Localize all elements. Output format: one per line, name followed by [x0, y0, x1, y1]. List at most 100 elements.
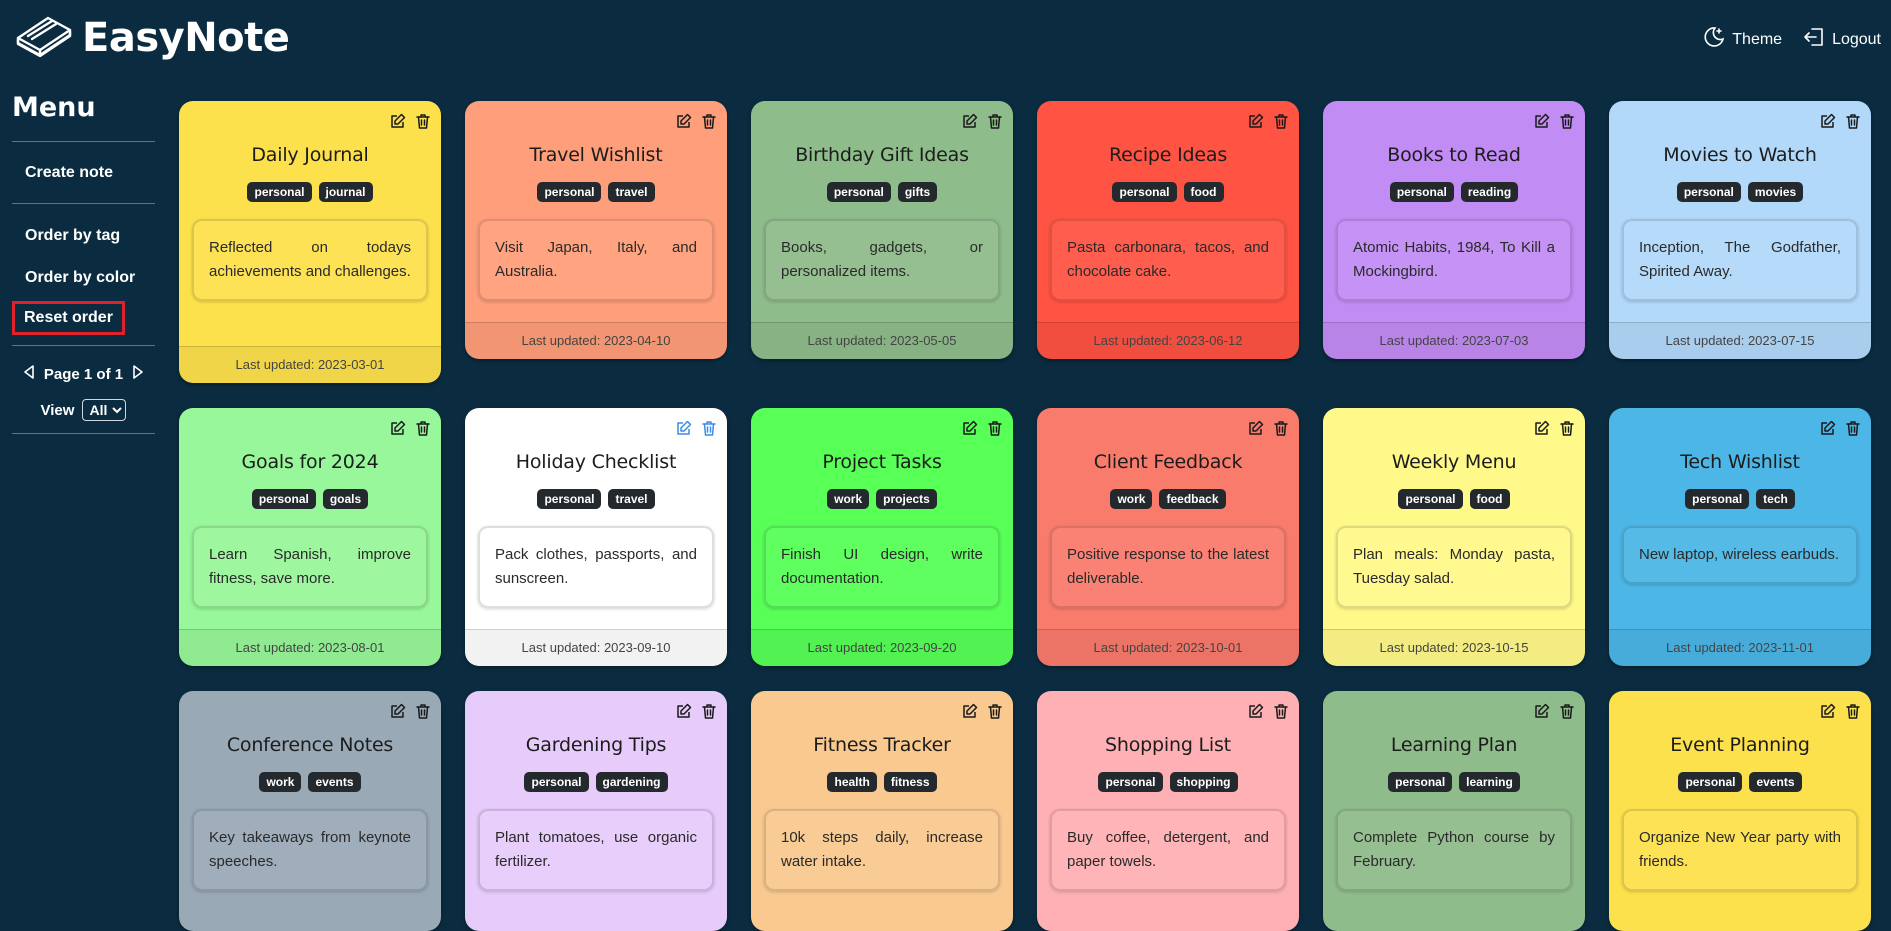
edit-icon[interactable]: [1248, 703, 1264, 724]
edit-icon[interactable]: [1534, 703, 1550, 724]
edit-icon[interactable]: [1534, 420, 1550, 441]
note-last-updated: Last updated: 2023-05-05: [751, 322, 1013, 359]
trash-icon[interactable]: [701, 113, 717, 134]
edit-icon[interactable]: [1534, 113, 1550, 134]
tag-badge: travel: [608, 489, 655, 509]
trash-icon[interactable]: [415, 420, 431, 441]
tag-badge: personal: [826, 182, 891, 202]
trash-icon[interactable]: [987, 703, 1003, 724]
note-card-birthday-gift-ideas[interactable]: Birthday Gift Ideas personal gifts Books,…: [751, 101, 1013, 359]
next-page-icon[interactable]: [131, 364, 145, 384]
edit-icon[interactable]: [1820, 113, 1836, 134]
trash-icon[interactable]: [1559, 420, 1575, 441]
tag-badge: personal: [247, 182, 312, 202]
trash-icon[interactable]: [1845, 703, 1861, 724]
trash-icon[interactable]: [1273, 420, 1289, 441]
note-card-gardening-tips[interactable]: Gardening Tips personal gardening Plant t…: [465, 691, 727, 931]
note-title: Weekly Menu: [1391, 451, 1517, 473]
note-last-updated: Last updated: 2023-06-12: [1037, 322, 1299, 359]
tag-badge: projects: [876, 489, 937, 509]
tag-badge: events: [1749, 772, 1802, 792]
note-card-goals-for-2024[interactable]: Goals for 2024 personal goals Learn Spani…: [179, 408, 441, 666]
note-last-updated: Last updated: 2023-09-20: [751, 629, 1013, 666]
tag-badge: personal: [1678, 772, 1743, 792]
reset-order-button[interactable]: Reset order: [24, 308, 113, 328]
logout-button[interactable]: Logout: [1802, 25, 1881, 54]
note-card-books-to-read[interactable]: Books to Read personal reading Atomic Hab…: [1323, 101, 1585, 359]
note-card-learning-plan[interactable]: Learning Plan personal learning Complete …: [1323, 691, 1585, 931]
note-card-tech-wishlist[interactable]: Tech Wishlist personal tech New laptop, w…: [1609, 408, 1871, 666]
edit-icon[interactable]: [676, 113, 692, 134]
note-card-daily-journal[interactable]: Daily Journal personal journal Reflected …: [179, 101, 441, 383]
trash-icon[interactable]: [1845, 420, 1861, 441]
edit-icon[interactable]: [390, 113, 406, 134]
note-actions: [962, 703, 1003, 724]
note-card-project-tasks[interactable]: Project Tasks work projects Finish UI des…: [751, 408, 1013, 666]
view-select[interactable]: All: [82, 399, 127, 421]
edit-icon[interactable]: [962, 420, 978, 441]
note-actions: [1820, 113, 1861, 134]
edit-icon[interactable]: [676, 703, 692, 724]
order-by-color-button[interactable]: Order by color: [12, 268, 155, 288]
trash-icon[interactable]: [1273, 703, 1289, 724]
moon-icon: [1702, 25, 1726, 54]
edit-icon[interactable]: [962, 703, 978, 724]
theme-button[interactable]: Theme: [1702, 25, 1782, 54]
edit-icon[interactable]: [390, 703, 406, 724]
note-last-updated: Last updated: 2023-03-01: [179, 346, 441, 383]
tag-badge: learning: [1459, 772, 1520, 792]
note-card-shopping-list[interactable]: Shopping List personal shopping Buy coffe…: [1037, 691, 1299, 931]
tag-badge: events: [308, 772, 361, 792]
sidebar-menu: Menu Create note Order by tag Order by c…: [12, 92, 155, 434]
note-card-conference-notes[interactable]: Conference Notes work events Key takeaway…: [179, 691, 441, 931]
note-actions: [1248, 703, 1289, 724]
edit-icon[interactable]: [390, 420, 406, 441]
note-card-movies-to-watch[interactable]: Movies to Watch personal movies Inception…: [1609, 101, 1871, 359]
note-last-updated: Last updated: 2023-08-01: [179, 629, 441, 666]
note-content: Pack clothes, passports, and sunscreen.: [478, 526, 714, 608]
note-title: Gardening Tips: [525, 734, 667, 756]
note-content: Atomic Habits, 1984, To Kill a Mockingbi…: [1336, 219, 1572, 301]
tag-badge: food: [1469, 489, 1510, 509]
note-card-weekly-menu[interactable]: Weekly Menu personal food Plan meals: Mon…: [1323, 408, 1585, 666]
note-card-travel-wishlist[interactable]: Travel Wishlist personal travel Visit Jap…: [465, 101, 727, 359]
previous-page-icon[interactable]: [22, 364, 36, 384]
note-card-event-planning[interactable]: Event Planning personal events Organize N…: [1609, 691, 1871, 931]
trash-icon[interactable]: [987, 420, 1003, 441]
edit-icon[interactable]: [1248, 113, 1264, 134]
note-tags: personal travel: [465, 182, 727, 202]
note-content: Visit Japan, Italy, and Australia.: [478, 219, 714, 301]
note-last-updated: Last updated: 2023-10-01: [1037, 629, 1299, 666]
note-content: 10k steps daily, increase water intake.: [764, 809, 1000, 891]
trash-icon[interactable]: [701, 420, 717, 441]
note-actions: [390, 420, 431, 441]
trash-icon[interactable]: [987, 113, 1003, 134]
create-note-button[interactable]: Create note: [12, 163, 155, 183]
trash-icon[interactable]: [701, 703, 717, 724]
trash-icon[interactable]: [1273, 113, 1289, 134]
tag-badge: food: [1183, 182, 1224, 202]
note-title: Shopping List: [1105, 734, 1231, 756]
note-card-holiday-checklist[interactable]: Holiday Checklist personal travel Pack cl…: [465, 408, 727, 666]
note-title: Client Feedback: [1093, 451, 1243, 473]
edit-icon[interactable]: [676, 420, 692, 441]
trash-icon[interactable]: [415, 113, 431, 134]
note-actions: [1248, 113, 1289, 134]
edit-icon[interactable]: [962, 113, 978, 134]
edit-icon[interactable]: [1820, 703, 1836, 724]
trash-icon[interactable]: [1845, 113, 1861, 134]
trash-icon[interactable]: [415, 703, 431, 724]
brand[interactable]: EasyNote: [14, 12, 290, 63]
trash-icon[interactable]: [1559, 113, 1575, 134]
edit-icon[interactable]: [1248, 420, 1264, 441]
tag-badge: shopping: [1169, 772, 1238, 792]
note-tags: work feedback: [1037, 489, 1299, 509]
edit-icon[interactable]: [1820, 420, 1836, 441]
note-content: Complete Python course by February.: [1336, 809, 1572, 891]
order-by-tag-button[interactable]: Order by tag: [12, 226, 155, 246]
tag-badge: personal: [1676, 182, 1741, 202]
note-card-fitness-tracker[interactable]: Fitness Tracker health fitness 10k steps …: [751, 691, 1013, 931]
note-card-client-feedback[interactable]: Client Feedback work feedback Positive re…: [1037, 408, 1299, 666]
trash-icon[interactable]: [1559, 703, 1575, 724]
note-card-recipe-ideas[interactable]: Recipe Ideas personal food Pasta carbonar…: [1037, 101, 1299, 359]
